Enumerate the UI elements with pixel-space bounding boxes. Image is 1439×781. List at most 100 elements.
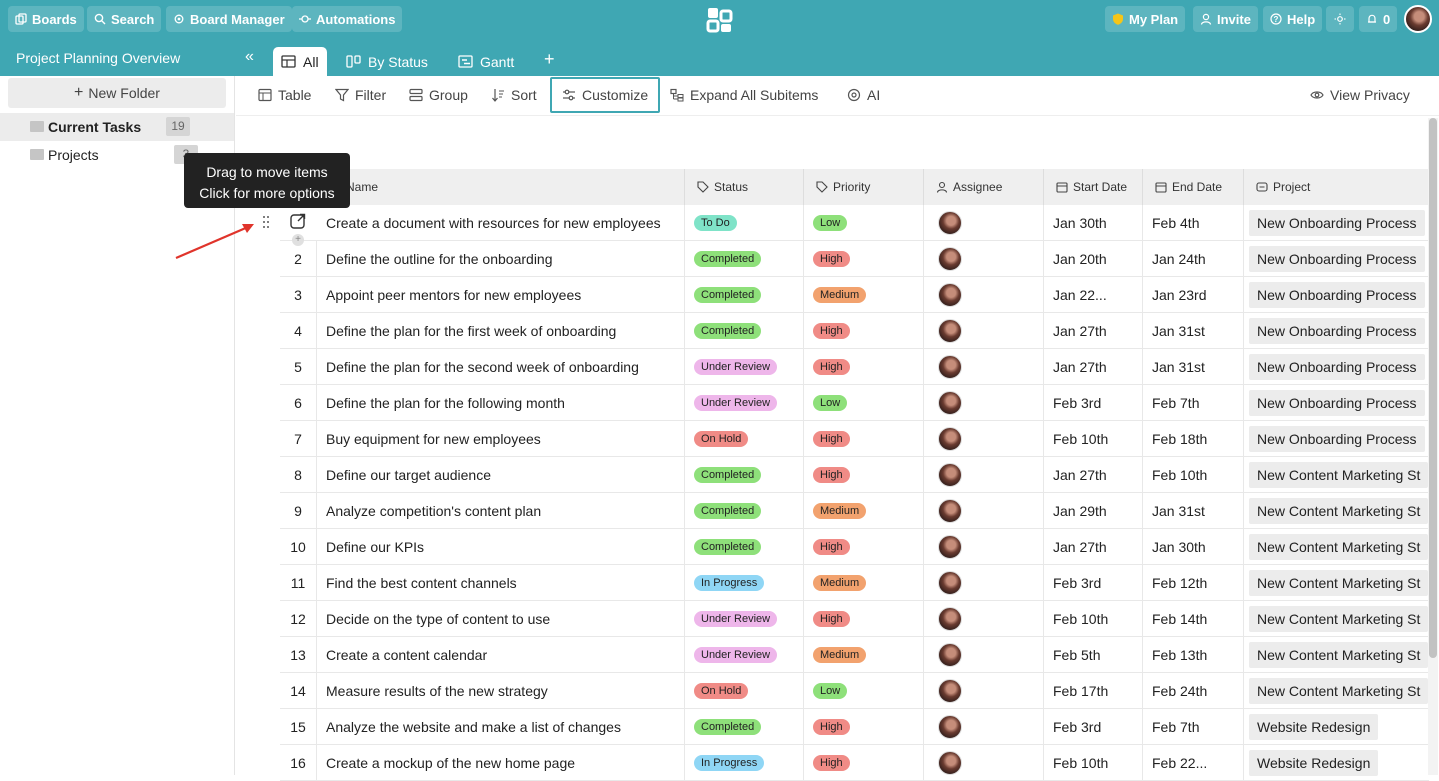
priority-cell[interactable]: Medium xyxy=(804,277,924,313)
end-date[interactable]: Feb 10th xyxy=(1143,457,1244,493)
assignee-cell[interactable] xyxy=(924,637,1044,673)
end-date[interactable]: Jan 23rd xyxy=(1143,277,1244,313)
start-date[interactable]: Feb 10th xyxy=(1044,601,1143,637)
status-cell[interactable]: To Do xyxy=(685,205,804,241)
assignee-cell[interactable] xyxy=(924,313,1044,349)
table-row[interactable]: 7 Buy equipment for new employees On Hold H… xyxy=(280,421,1429,457)
assignee-cell[interactable] xyxy=(924,493,1044,529)
status-cell[interactable]: Completed xyxy=(685,709,804,745)
priority-cell[interactable]: High xyxy=(804,601,924,637)
end-date[interactable]: Feb 7th xyxy=(1143,385,1244,421)
assignee-cell[interactable] xyxy=(924,745,1044,781)
table-row[interactable]: 16 Create a mockup of the new home page In… xyxy=(280,745,1429,781)
notifications-button[interactable]: 0 xyxy=(1359,6,1398,32)
assignee-cell[interactable] xyxy=(924,601,1044,637)
status-cell[interactable]: On Hold xyxy=(685,673,804,709)
end-date[interactable]: Jan 31st xyxy=(1143,349,1244,385)
project-cell[interactable]: New Onboarding Process xyxy=(1244,385,1429,421)
task-name[interactable]: Analyze the website and make a list of c… xyxy=(317,709,685,745)
scrollbar-thumb[interactable] xyxy=(1429,118,1437,658)
table-row[interactable]: 3 Appoint peer mentors for new employees C… xyxy=(280,277,1429,313)
task-name[interactable]: Decide on the type of content to use xyxy=(317,601,685,637)
priority-cell[interactable]: High xyxy=(804,421,924,457)
assignee-cell[interactable] xyxy=(924,205,1044,241)
assignee-cell[interactable] xyxy=(924,421,1044,457)
status-cell[interactable]: Completed xyxy=(685,529,804,565)
add-tab-button[interactable]: + xyxy=(544,50,555,68)
tab-gantt[interactable]: Gantt xyxy=(450,47,522,76)
task-name[interactable]: Define the outline for the onboarding xyxy=(317,241,685,277)
project-cell[interactable]: New Onboarding Process xyxy=(1244,241,1429,277)
table-row[interactable]: 14 Measure results of the new strategy On … xyxy=(280,673,1429,709)
task-name[interactable]: Create a content calendar xyxy=(317,637,685,673)
priority-cell[interactable]: High xyxy=(804,745,924,781)
start-date[interactable]: Jan 27th xyxy=(1044,529,1143,565)
status-cell[interactable]: Completed xyxy=(685,457,804,493)
table-row[interactable]: 5 Define the plan for the second week of … xyxy=(280,349,1429,385)
project-cell[interactable]: New Onboarding Process xyxy=(1244,421,1429,457)
new-folder-button[interactable]: + New Folder xyxy=(8,78,226,108)
table-row[interactable]: 8 Define our target audience Completed High… xyxy=(280,457,1429,493)
view-privacy-button[interactable]: View Privacy xyxy=(1310,76,1410,114)
project-cell[interactable]: New Content Marketing St xyxy=(1244,565,1429,601)
priority-cell[interactable]: Medium xyxy=(804,565,924,601)
end-date[interactable]: Feb 13th xyxy=(1143,637,1244,673)
end-date[interactable]: Jan 31st xyxy=(1143,313,1244,349)
priority-cell[interactable]: High xyxy=(804,241,924,277)
project-cell[interactable]: New Onboarding Process xyxy=(1244,349,1429,385)
task-name[interactable]: Measure results of the new strategy xyxy=(317,673,685,709)
project-cell[interactable]: New Content Marketing St xyxy=(1244,637,1429,673)
status-cell[interactable]: Completed xyxy=(685,277,804,313)
end-date[interactable]: Feb 12th xyxy=(1143,565,1244,601)
collapse-sidebar-icon[interactable]: « xyxy=(245,48,254,66)
status-cell[interactable]: Under Review xyxy=(685,601,804,637)
task-name[interactable]: Create a mockup of the new home page xyxy=(317,745,685,781)
task-name[interactable]: Define the plan for the second week of o… xyxy=(317,349,685,385)
task-name[interactable]: Appoint peer mentors for new employees xyxy=(317,277,685,313)
table-view-button[interactable]: Table xyxy=(258,76,311,114)
column-header-start-date[interactable]: Start Date xyxy=(1044,169,1143,205)
assignee-cell[interactable] xyxy=(924,241,1044,277)
start-date[interactable]: Jan 29th xyxy=(1044,493,1143,529)
task-name[interactable]: Define the plan for the first week of on… xyxy=(317,313,685,349)
search-button[interactable]: Search xyxy=(87,6,162,32)
column-header-end-date[interactable]: End Date xyxy=(1143,169,1244,205)
start-date[interactable]: Jan 22... xyxy=(1044,277,1143,313)
status-cell[interactable]: Under Review xyxy=(685,385,804,421)
start-date[interactable]: Feb 3rd xyxy=(1044,565,1143,601)
assignee-cell[interactable] xyxy=(924,529,1044,565)
start-date[interactable]: Jan 27th xyxy=(1044,349,1143,385)
start-date[interactable]: Feb 5th xyxy=(1044,637,1143,673)
add-subitem-button[interactable]: + xyxy=(292,234,304,246)
board-manager-button[interactable]: Board Manager xyxy=(166,6,292,32)
task-name[interactable]: Analyze competition's content plan xyxy=(317,493,685,529)
start-date[interactable]: Feb 10th xyxy=(1044,421,1143,457)
help-button[interactable]: ? Help xyxy=(1263,6,1323,32)
table-row[interactable]: 2 Define the outline for the onboarding Co… xyxy=(280,241,1429,277)
status-cell[interactable]: Completed xyxy=(685,313,804,349)
project-cell[interactable]: New Content Marketing St xyxy=(1244,601,1429,637)
task-name[interactable]: Buy equipment for new employees xyxy=(317,421,685,457)
status-cell[interactable]: On Hold xyxy=(685,421,804,457)
table-row[interactable]: 6 Define the plan for the following month… xyxy=(280,385,1429,421)
end-date[interactable]: Feb 14th xyxy=(1143,601,1244,637)
table-row[interactable]: 11 Find the best content channels In Progr… xyxy=(280,565,1429,601)
table-row[interactable]: 10 Define our KPIs Completed High Jan 27th Ja… xyxy=(280,529,1429,565)
end-date[interactable]: Feb 24th xyxy=(1143,673,1244,709)
sort-button[interactable]: Sort xyxy=(491,76,537,114)
assignee-cell[interactable] xyxy=(924,385,1044,421)
project-cell[interactable]: New Onboarding Process xyxy=(1244,205,1429,241)
task-name[interactable]: Define the plan for the following month xyxy=(317,385,685,421)
start-date[interactable]: Feb 10th xyxy=(1044,745,1143,781)
customize-button[interactable]: Customize xyxy=(550,77,661,113)
status-cell[interactable]: Completed xyxy=(685,493,804,529)
priority-cell[interactable]: High xyxy=(804,529,924,565)
status-cell[interactable]: Under Review xyxy=(685,637,804,673)
priority-cell[interactable]: High xyxy=(804,349,924,385)
project-cell[interactable]: New Content Marketing St xyxy=(1244,493,1429,529)
column-header-status[interactable]: Status xyxy=(685,169,804,205)
start-date[interactable]: Feb 17th xyxy=(1044,673,1143,709)
status-cell[interactable]: In Progress xyxy=(685,745,804,781)
status-cell[interactable]: In Progress xyxy=(685,565,804,601)
drag-handle-icon[interactable] xyxy=(262,215,270,229)
